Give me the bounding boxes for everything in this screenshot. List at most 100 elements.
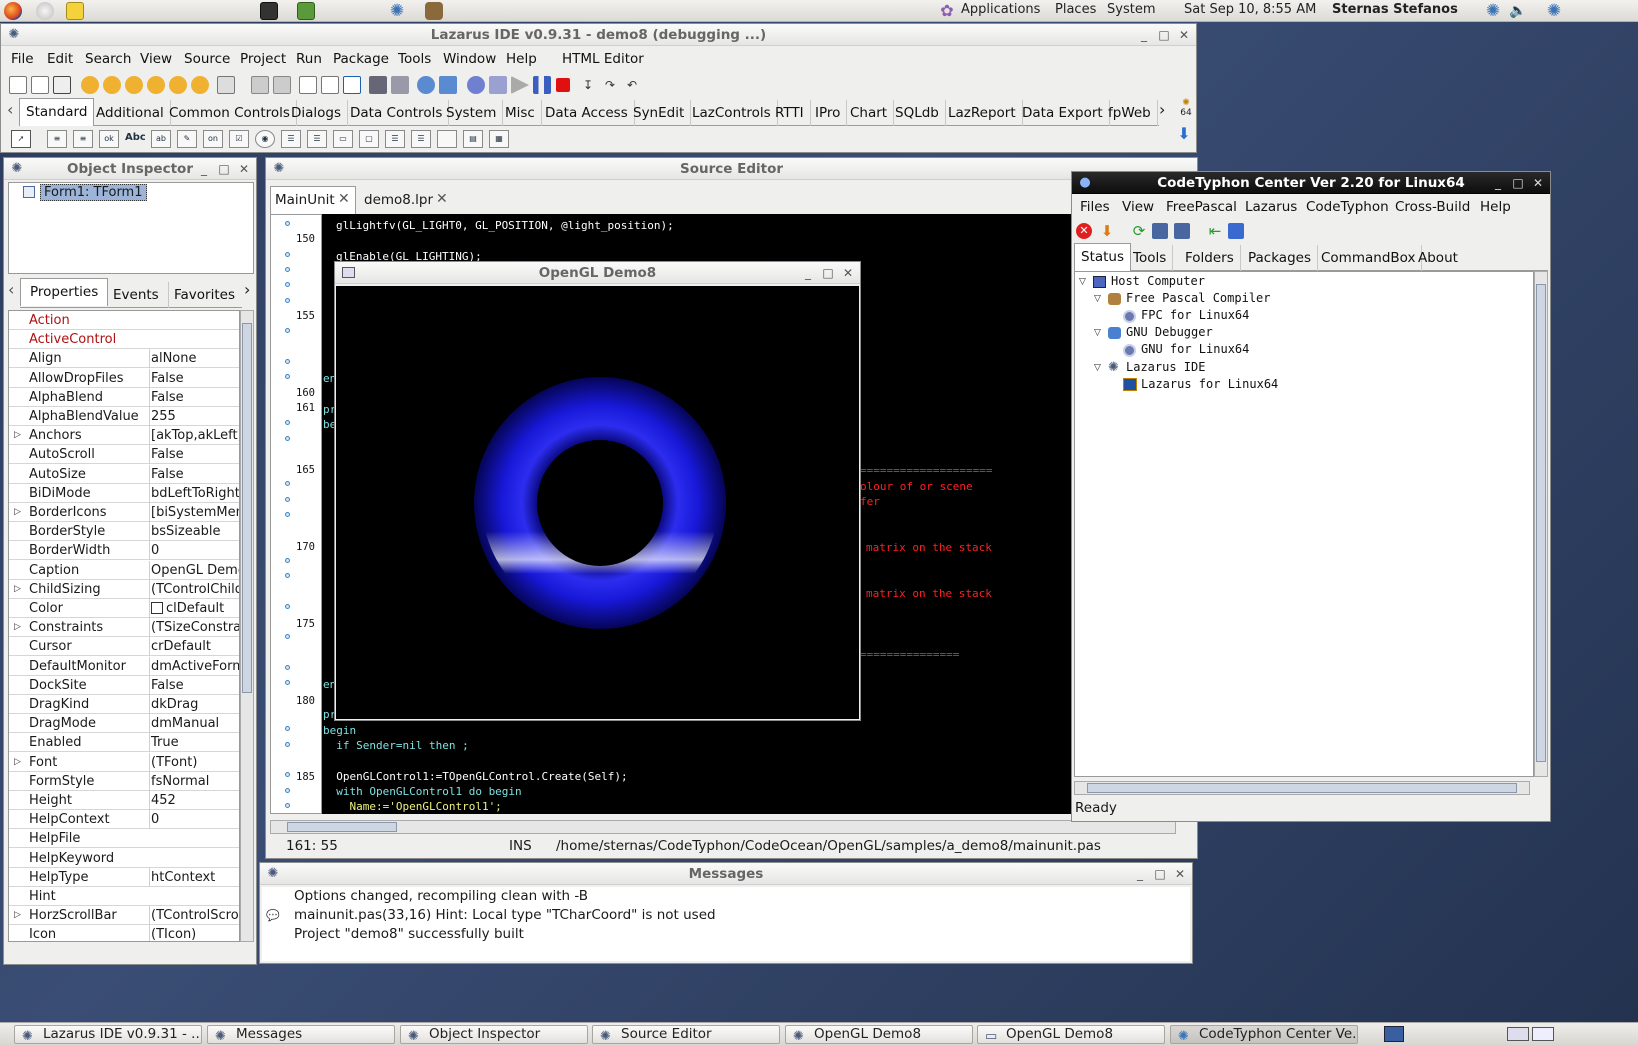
property-value[interactable]: (TControlScrol <box>149 906 239 926</box>
actionlist-icon[interactable]: ▦ <box>489 130 509 148</box>
palette-scroll-left[interactable]: ‹ <box>7 100 17 120</box>
open-recent-icon[interactable] <box>103 76 121 94</box>
breakpoint-dot-icon[interactable] <box>285 252 290 257</box>
property-value[interactable]: (TControlChild <box>149 579 239 599</box>
property-row[interactable]: ▷ Anchors [akTop,akLeft] <box>9 426 239 446</box>
property-value[interactable]: True <box>149 733 239 753</box>
palette-tab-lazreport[interactable]: LazReport <box>942 100 1023 126</box>
hscroll-thumb[interactable] <box>287 822 397 832</box>
se-tab-demo8lpr[interactable]: demo8.lpr ✕ <box>358 188 454 214</box>
task-codetyphon[interactable]: ✺ CodeTyphon Center Ve... <box>1170 1025 1358 1044</box>
ct-menu-files[interactable]: Files <box>1080 199 1110 215</box>
togglebox-icon[interactable]: on <box>203 130 223 148</box>
menu-source[interactable]: Source <box>184 51 230 67</box>
maximize-icon[interactable]: □ <box>216 161 232 177</box>
radiobutton-icon[interactable]: ◉ <box>255 130 275 148</box>
property-row[interactable]: AlphaBlend False <box>9 387 239 407</box>
expand-arrow-icon[interactable]: ▽ <box>1094 294 1101 304</box>
close-icon[interactable]: ✕ <box>840 265 856 281</box>
breakpoint-dot-icon[interactable] <box>285 573 290 578</box>
property-row[interactable]: BorderWidth 0 <box>9 541 239 561</box>
save-icon[interactable] <box>125 76 143 94</box>
menu-help[interactable]: Help <box>506 51 537 67</box>
breakpoint-dot-icon[interactable] <box>285 497 290 502</box>
expand-arrow-icon[interactable]: ▽ <box>1079 277 1086 287</box>
project-icon[interactable] <box>191 76 209 94</box>
property-row[interactable]: BiDiMode bdLeftToRight <box>9 483 239 503</box>
maximize-icon[interactable]: □ <box>820 265 836 281</box>
tree-host-computer[interactable]: Host Computer <box>1111 274 1205 288</box>
property-value[interactable]: False <box>149 445 239 465</box>
checkgroup-icon[interactable]: ☰ <box>411 130 431 148</box>
run-icon[interactable] <box>511 76 529 94</box>
tree-free-pascal-compiler[interactable]: Free Pascal Compiler <box>1126 291 1271 305</box>
property-row[interactable]: AllowDropFiles False <box>9 368 239 388</box>
property-row[interactable]: Align alNone <box>9 349 239 369</box>
tree-fpc-linux64[interactable]: FPC for Linux64 <box>1141 308 1249 322</box>
breakpoint-dot-icon[interactable] <box>285 558 290 563</box>
breakpoint-dot-icon[interactable] <box>285 282 290 287</box>
refresh-icon[interactable]: ⟳ <box>1130 222 1148 240</box>
opengl-canvas[interactable] <box>336 286 859 719</box>
property-value[interactable]: clDefault <box>149 599 239 618</box>
property-value[interactable]: (TIcon) <box>149 925 239 941</box>
editor-hscrollbar[interactable] <box>270 820 1176 834</box>
breakpoint-dot-icon[interactable] <box>285 420 290 425</box>
stop-icon[interactable] <box>556 78 570 92</box>
property-value[interactable]: bsSizeable <box>149 522 239 542</box>
typhon-icon[interactable]: ✺ <box>388 2 406 20</box>
volume-icon[interactable]: 🔈 <box>1509 2 1527 20</box>
breakpoint-dot-icon[interactable] <box>285 680 290 685</box>
exit-icon[interactable]: ✕ <box>1076 223 1092 239</box>
tree-root-form1[interactable]: Form1: TForm1 <box>40 184 147 201</box>
message-line[interactable]: mainunit.pas(33,16) Hint: Local type "TC… <box>294 907 716 923</box>
new-file-icon[interactable] <box>9 76 27 94</box>
property-row[interactable]: ▷ BorderIcons [biSystemMenu <box>9 503 239 522</box>
ct-tab-commandbox[interactable]: CommandBox <box>1315 245 1423 271</box>
property-value[interactable]: bdLeftToRight <box>149 483 239 503</box>
binoculars-icon[interactable] <box>391 76 409 94</box>
pause-icon[interactable] <box>533 76 551 94</box>
palette-tab-additional[interactable]: Additional <box>90 100 171 126</box>
property-value[interactable]: dkDrag <box>149 695 239 714</box>
notes-icon[interactable] <box>66 2 84 20</box>
expand-arrow-icon[interactable]: ▽ <box>1094 363 1101 373</box>
menu-view[interactable]: View <box>140 51 172 67</box>
clock[interactable]: Sat Sep 10, 8:55 AM <box>1184 2 1316 17</box>
minimize-icon[interactable]: _ <box>800 265 816 281</box>
property-row[interactable]: AutoSize False <box>9 464 239 484</box>
breakpoint-dot-icon[interactable] <box>285 772 290 777</box>
task-opengl-demo8[interactable]: ✺ OpenGL Demo8 <box>785 1025 973 1044</box>
breakpoint-dot-icon[interactable] <box>285 742 290 747</box>
layout-icon[interactable] <box>343 76 361 94</box>
ct-tab-folders[interactable]: Folders <box>1179 245 1241 271</box>
expand-arrow-icon[interactable]: ▽ <box>1094 328 1101 338</box>
breakpoint-dot-icon[interactable] <box>285 634 290 639</box>
menu-window[interactable]: Window <box>443 51 496 67</box>
new-form-icon[interactable] <box>31 76 49 94</box>
menu-project[interactable]: Project <box>240 51 286 67</box>
groupbox-icon[interactable]: ▢ <box>359 130 379 148</box>
property-value[interactable]: OpenGL Demo8 <box>149 560 239 580</box>
download-icon[interactable]: ⬇ <box>1098 222 1116 240</box>
palette-tab-data-export[interactable]: Data Export <box>1016 100 1110 126</box>
minimize-icon[interactable]: _ <box>1490 175 1506 191</box>
tool-icon[interactable] <box>489 76 507 94</box>
view-forms-icon[interactable] <box>273 76 291 94</box>
message-line[interactable]: Options changed, recompiling clean with … <box>294 888 588 904</box>
ct-hscrollbar[interactable] <box>1074 781 1530 795</box>
property-value[interactable]: False <box>149 464 239 484</box>
menu-html-editor[interactable]: HTML Editor <box>562 51 644 67</box>
compile-icon[interactable] <box>321 76 339 94</box>
menu-system[interactable]: System <box>1107 2 1155 17</box>
palette-tab-misc[interactable]: Misc <box>499 100 542 126</box>
property-row[interactable]: DefaultMonitor dmActiveForm <box>9 656 239 676</box>
import-icon[interactable]: ⇤ <box>1206 222 1224 240</box>
settings-icon[interactable] <box>36 2 54 20</box>
palette-tab-standard[interactable]: Standard <box>19 98 95 126</box>
ct-tab-tools[interactable]: Tools <box>1127 245 1174 271</box>
palette-tab-common-controls[interactable]: Common Controls <box>163 100 297 126</box>
breakpoint-dot-icon[interactable] <box>285 359 290 364</box>
ct-tab-status[interactable]: Status <box>1074 243 1132 271</box>
task-source-editor[interactable]: ✺ Source Editor <box>592 1025 780 1044</box>
